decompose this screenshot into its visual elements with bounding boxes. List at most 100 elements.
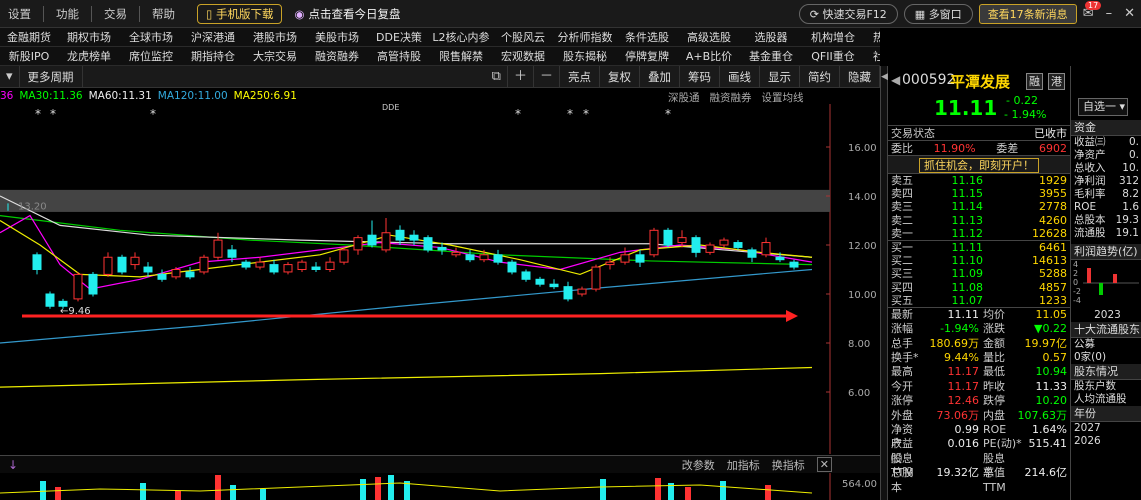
zoom-in-icon[interactable]: ＋ [508,66,534,87]
multi-window-button[interactable]: ▦ 多窗口 [903,3,973,24]
event-marker-icon[interactable]: * [665,107,671,121]
highlight-button[interactable]: 亮点 [560,66,600,87]
low-price-label: ←9.46 [60,306,91,317]
period-button[interactable]: 更多周期 [20,66,83,87]
nav2-item-4[interactable]: 大宗交易 [244,48,306,64]
finance-row: 净资产 0. [1071,149,1141,162]
side-tab-funds[interactable]: 资金 [1071,120,1141,136]
nav2-item-2[interactable]: 席位监控 [120,48,182,64]
candle-body [677,237,687,244]
mobile-download-button[interactable]: ▯ 手机版下载 [197,3,283,24]
hide-button[interactable]: 隐藏 [840,66,880,87]
nav1-item-12[interactable]: 选股器 [740,29,802,45]
nav1-item-2[interactable]: 全球市场 [120,29,182,45]
nav2-item-6[interactable]: 高管持股 [368,48,430,64]
nav2-item-11[interactable]: A+B比价 [678,48,740,64]
chips-button[interactable]: 筹码 [680,66,720,87]
watchlist-select[interactable]: 自选一 ▾ [1078,98,1128,116]
zoom-out-icon[interactable]: － [534,66,560,87]
nav1-item-4[interactable]: 港股市场 [244,29,306,45]
nav2-item-12[interactable]: 基金重仓 [740,48,802,64]
prev-stock-icon[interactable]: ◀ [891,73,900,87]
nav2-item-5[interactable]: 融资融券 [306,48,368,64]
candle-body [241,261,251,268]
nav2-item-1[interactable]: 龙虎榜单 [58,48,120,64]
switch-indicator-button[interactable]: 换指标 [772,457,805,473]
stat-label: 内盘 [983,408,1005,422]
order-row[interactable]: 买四 11.08 4857 [888,281,1070,294]
order-row[interactable]: 买二 11.10 14613 [888,254,1070,267]
tab-set-ma[interactable]: 设置均线 [762,90,804,105]
adjust-button[interactable]: 复权 [600,66,640,87]
nav1-item-8[interactable]: 个股风云 [492,29,554,45]
event-marker-icon[interactable]: * [583,107,589,121]
nav1-item-7[interactable]: L2核心内参 [430,29,492,45]
ma5-value: 36 [0,90,14,102]
menu-trade[interactable]: 交易 [96,6,135,22]
kline-chart[interactable]: 16.00 14.00 12.00 10.00 8.00 6.00 ←9.46 13.20 D… [0,104,880,454]
nav1-item-13[interactable]: 机构增仓 [802,29,864,45]
order-row[interactable]: 卖三 11.14 2778 [888,200,1070,213]
add-indicator-button[interactable]: 加指标 [727,457,760,473]
order-row[interactable]: 买五 11.07 1233 [888,294,1070,307]
nav2-item-0[interactable]: 新股IPO [0,48,58,64]
display-button[interactable]: 显示 [760,66,800,87]
top-holders-title[interactable]: 十大流通股东 [1071,322,1141,338]
ma120-value: MA120:11.00 [157,90,228,102]
nav1-item-9[interactable]: 分析师指数 [554,29,616,45]
event-marker-icon[interactable]: * [35,107,41,121]
stat-label: 总值 [983,466,1005,480]
tab-margin[interactable]: 融资融券 [710,90,752,105]
volume-bar [40,481,46,500]
menu-function[interactable]: 功能 [48,6,87,22]
order-row[interactable]: 卖二 11.13 4260 [888,214,1070,227]
stat-label: 涨跌 [983,322,1005,336]
open-account-banner[interactable]: 抓住机会，即刻开户！ [888,156,1070,174]
nav2-item-13[interactable]: QFII重仓 [802,48,864,64]
finance-label: 流通股 [1074,227,1106,239]
finance-row: 毛利率 8.2 [1071,188,1141,201]
nav1-item-10[interactable]: 条件选股 [616,29,678,45]
finance-row: 流通股 19.1 [1071,227,1141,240]
nav1-item-14[interactable]: 热点追击 [864,29,880,45]
panel-divider[interactable]: ◀ [880,66,888,500]
order-row[interactable]: 卖一 11.12 12628 [888,227,1070,240]
nav2-item-9[interactable]: 股东揭秘 [554,48,616,64]
nav1-item-1[interactable]: 期权市场 [58,29,120,45]
holder-info-title[interactable]: 股东情况 [1071,364,1141,380]
nav1-item-6[interactable]: DDE决策 [368,29,430,45]
nav2-item-3[interactable]: 期指持仓 [182,48,244,64]
copy-icon[interactable]: ⧉ [486,66,508,87]
nav2-item-7[interactable]: 限售解禁 [430,48,492,64]
collapse-icon[interactable]: ◀ [881,72,888,82]
order-row[interactable]: 卖四 11.15 3955 [888,187,1070,200]
draw-button[interactable]: 画线 [720,66,760,87]
nav2-item-10[interactable]: 停牌复牌 [616,48,678,64]
order-row[interactable]: 买一 11.11 6461 [888,241,1070,254]
simple-button[interactable]: 简约 [800,66,840,87]
review-promo-link[interactable]: ◉ 点击查看今日复盘 [294,6,400,22]
event-marker-icon[interactable]: * [567,107,573,121]
nav1-item-0[interactable]: 金融期货 [0,29,58,45]
nav1-item-3[interactable]: 沪深港通 [182,29,244,45]
overlay-button[interactable]: 叠加 [640,66,680,87]
nav1-item-5[interactable]: 美股市场 [306,29,368,45]
order-row[interactable]: 卖五 11.16 1929 [888,174,1070,187]
quick-trade-button[interactable]: ⟳ 快速交易F12 [798,3,898,24]
messages-button[interactable]: 查看17条新消息 [978,3,1077,24]
event-marker-icon[interactable]: * [50,107,56,121]
minimize-icon[interactable]: – [1100,6,1119,21]
tab-sgt[interactable]: 深股通 [668,90,700,105]
event-marker-icon[interactable]: * [150,107,156,121]
order-row[interactable]: 买三 11.09 5288 [888,267,1070,280]
close-indicator-icon[interactable]: ✕ [816,457,832,472]
edit-params-button[interactable]: 改参数 [682,457,715,473]
event-marker-icon[interactable]: * [515,107,521,121]
nav1-item-11[interactable]: 高级选股 [678,29,740,45]
menu-settings[interactable]: 设置 [0,6,39,22]
nav2-item-14[interactable]: 社保重仓 [864,48,880,64]
dropdown-icon[interactable]: ▾ [0,66,20,87]
close-icon[interactable]: ✕ [1118,6,1141,21]
nav2-item-8[interactable]: 宏观数据 [492,48,554,64]
menu-help[interactable]: 帮助 [144,6,183,22]
